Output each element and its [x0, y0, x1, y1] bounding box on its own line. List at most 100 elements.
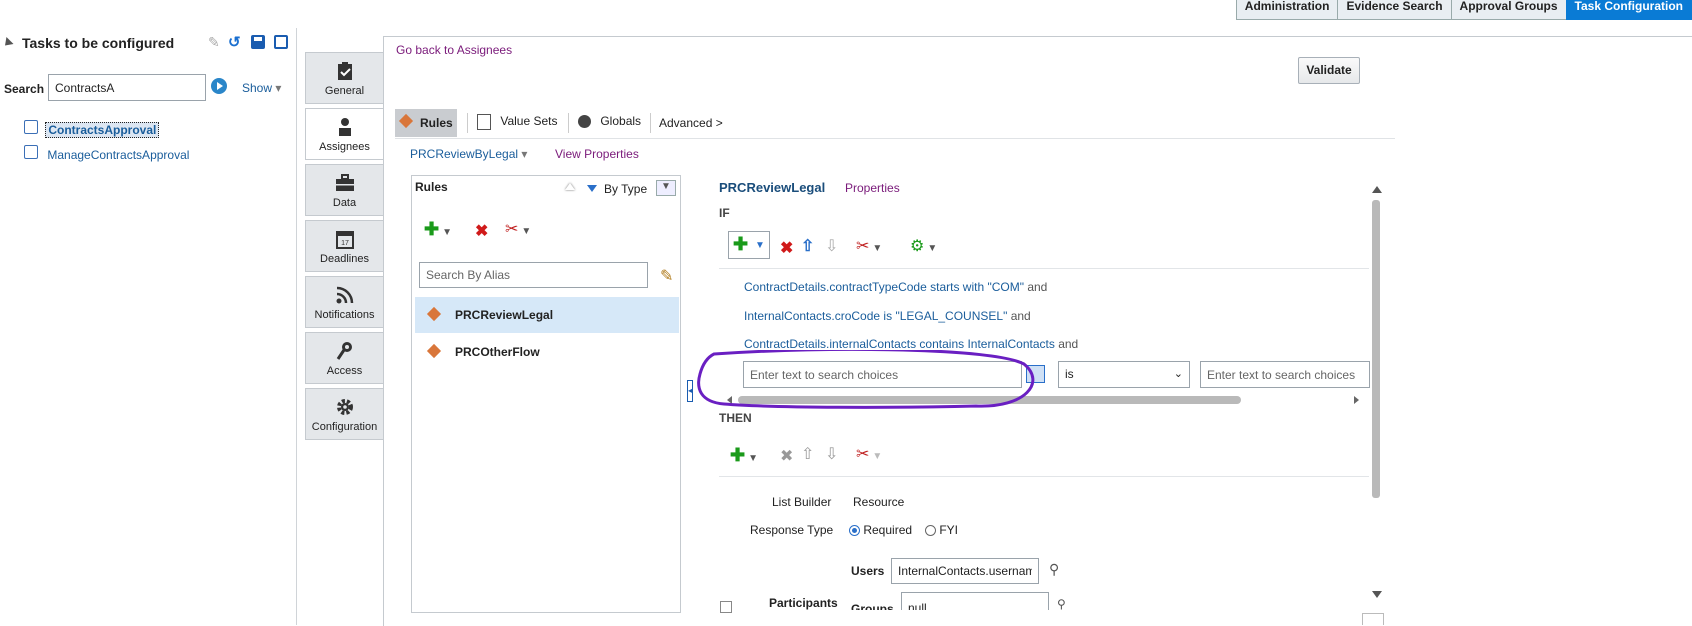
list-builder-label: List Builder: [772, 495, 832, 509]
undo-icon[interactable]: ↺: [228, 33, 241, 51]
vertical-scrollbar[interactable]: [1372, 200, 1380, 498]
clipboard-check-icon: [337, 62, 352, 80]
rule-item[interactable]: PRCReviewLegal: [415, 297, 679, 333]
vtab-notifications[interactable]: Notifications: [305, 276, 383, 328]
participants-label: Participants: [769, 596, 838, 610]
if-label: IF: [719, 206, 730, 220]
search-icon[interactable]: ⚲: [1057, 597, 1066, 611]
cut-rule-button[interactable]: ✂ ▼: [505, 219, 531, 239]
scissors-icon: ✂: [505, 221, 519, 238]
task-item[interactable]: ManageContractsApproval: [24, 145, 189, 162]
sort-up-icon[interactable]: [565, 183, 575, 190]
rules-panel: [411, 175, 681, 613]
users-input[interactable]: [891, 558, 1039, 584]
response-required-radio[interactable]: Required: [849, 523, 912, 537]
globe-icon: [578, 115, 591, 129]
search-icon[interactable]: ⚲: [1049, 561, 1059, 578]
view-properties-link[interactable]: View Properties: [555, 147, 639, 161]
groups-input[interactable]: null: [901, 592, 1049, 610]
task-item[interactable]: ContractsApproval: [24, 120, 160, 138]
vtab-data[interactable]: Data: [305, 164, 383, 216]
sort-dropdown-icon[interactable]: ▼: [656, 180, 676, 196]
save-as-icon[interactable]: [274, 35, 288, 49]
tab-task-configuration[interactable]: Task Configuration: [1565, 0, 1692, 20]
response-fyi-radio[interactable]: FYI: [925, 523, 958, 537]
search-label: Search: [4, 82, 45, 96]
person-icon: [338, 118, 351, 136]
scissors-icon: ✂: [856, 446, 870, 463]
show-menu[interactable]: Show ▾: [242, 81, 281, 95]
users-label: Users: [851, 564, 885, 578]
annotation-circle: [697, 350, 1035, 409]
footer-handle[interactable]: [1362, 613, 1384, 625]
add-icon: ✚: [733, 234, 749, 254]
back-link[interactable]: Go back to Assignees: [396, 43, 512, 57]
sort-label: By Type: [604, 182, 648, 196]
calendar-icon: 17: [335, 231, 354, 249]
clear-brush-icon[interactable]: ✎: [660, 266, 673, 286]
tab-evidence-search[interactable]: Evidence Search: [1337, 0, 1452, 20]
response-type-label: Response Type: [750, 523, 834, 537]
delete-condition-icon[interactable]: ✖: [780, 238, 793, 258]
splitter-collapse-icon[interactable]: ◂: [687, 380, 693, 402]
rule-item[interactable]: PRCOtherFlow: [415, 334, 679, 370]
vtab-assignees[interactable]: Assignees: [305, 108, 383, 160]
subtab-globals[interactable]: Globals: [578, 114, 641, 129]
rule-icon: [426, 306, 442, 322]
move-up-icon[interactable]: ⇧: [801, 236, 814, 256]
subtab-value-sets[interactable]: Value Sets: [477, 114, 558, 130]
properties-link[interactable]: Properties: [845, 181, 900, 195]
condition-row[interactable]: ContractDetails.internalContacts contain…: [744, 337, 1078, 351]
sort-down-icon[interactable]: [587, 185, 597, 192]
vtab-general[interactable]: General: [305, 52, 383, 104]
panel-title: Tasks to be configured: [22, 35, 175, 51]
add-icon: ✚: [730, 445, 746, 465]
delete-action-icon[interactable]: ✖: [780, 446, 793, 466]
tab-approval-groups[interactable]: Approval Groups: [1450, 0, 1567, 20]
edit-icon[interactable]: ✎: [208, 34, 220, 51]
scroll-right-icon[interactable]: [1354, 396, 1359, 404]
condition-right-input[interactable]: [1200, 361, 1370, 388]
top-nav: Administration Evidence Search Approval …: [1235, 0, 1692, 20]
task-icon: [24, 145, 38, 159]
tab-administration[interactable]: Administration: [1235, 0, 1339, 20]
vtab-deadlines[interactable]: 17 Deadlines: [305, 220, 383, 272]
list-builder-value: Resource: [853, 495, 905, 509]
vtab-access[interactable]: Access: [305, 332, 383, 384]
gear-icon: ⚙: [910, 238, 925, 255]
move-up-icon[interactable]: ⇧: [801, 444, 814, 464]
condition-row[interactable]: ContractDetails.contractTypeCode starts …: [744, 280, 1047, 294]
gear-icon: [336, 399, 353, 415]
subtab-rules[interactable]: Rules: [395, 109, 457, 137]
vtab-configuration[interactable]: Configuration: [305, 388, 383, 440]
move-down-icon[interactable]: ⇩: [825, 236, 838, 256]
participants-checkbox[interactable]: [720, 601, 732, 613]
svg-text:17: 17: [341, 240, 349, 247]
task-icon: [24, 120, 38, 134]
scroll-up-icon[interactable]: [1372, 186, 1382, 193]
save-icon[interactable]: [251, 35, 265, 49]
cut-action-button[interactable]: ✂ ▼: [856, 444, 882, 464]
subtab-advanced[interactable]: Advanced >: [659, 116, 723, 130]
scroll-down-icon[interactable]: [1372, 591, 1382, 598]
condition-row[interactable]: InternalContacts.croCode is "LEGAL_COUNS…: [744, 309, 1031, 323]
add-icon: ✚: [424, 219, 440, 239]
add-rule-button[interactable]: ✚ ▼: [424, 219, 452, 240]
go-icon[interactable]: [211, 78, 227, 94]
rule-search-input[interactable]: [419, 262, 648, 288]
groups-label: Groups: [851, 602, 894, 610]
delete-rule-icon[interactable]: ✖: [475, 221, 488, 241]
cut-condition-button[interactable]: ✂ ▼: [856, 236, 882, 256]
rules-header: Rules: [415, 180, 448, 194]
rule-icon: [426, 343, 442, 359]
move-down-icon[interactable]: ⇩: [825, 444, 838, 464]
task-list-panel: [0, 28, 297, 625]
add-condition-button[interactable]: ✚ ▼: [728, 231, 770, 259]
validate-button[interactable]: Validate: [1298, 57, 1360, 84]
operator-select[interactable]: is ⌄: [1058, 361, 1190, 388]
add-action-button[interactable]: ✚ ▼: [730, 445, 758, 466]
task-search-input[interactable]: [48, 74, 206, 101]
advanced-settings-button[interactable]: ⚙ ▼: [910, 236, 937, 256]
ruleset-dropdown[interactable]: PRCReviewByLegal ▾: [410, 147, 527, 161]
list-icon: [477, 114, 491, 130]
